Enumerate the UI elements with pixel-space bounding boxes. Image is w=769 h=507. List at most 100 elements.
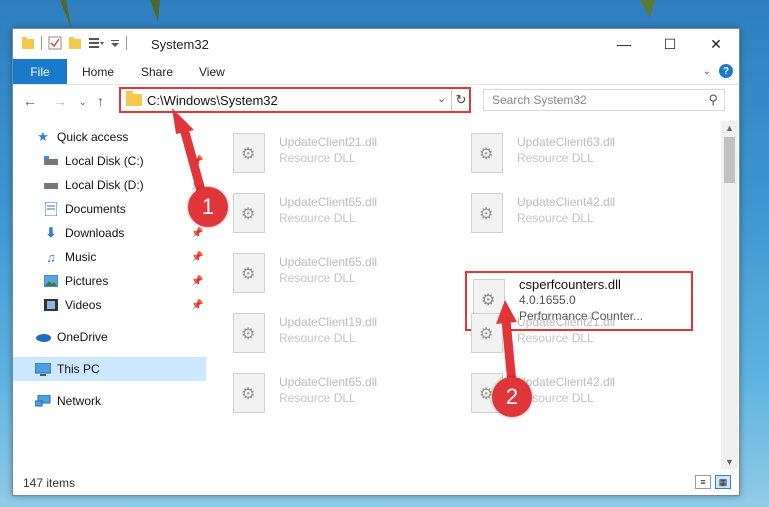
file-type: Resource DLL (517, 151, 594, 165)
view-toggle: ≡ ▦ (695, 475, 731, 489)
scroll-thumb[interactable] (724, 137, 735, 183)
sidebar-item-downloads[interactable]: ⬇ Downloads 📌 (13, 221, 206, 245)
videos-icon (43, 298, 59, 312)
scroll-up-icon[interactable]: ▲ (725, 123, 734, 133)
dll-file-icon: ⚙ (471, 313, 503, 353)
ribbon-right-controls: ⌄ ? (703, 64, 733, 78)
navigation-pane: ★ Quick access Local Disk (C:) 📌 Local D… (13, 121, 206, 469)
file-item[interactable]: ⚙ UpdateClient21.dll Resource DLL (471, 309, 691, 367)
item-count: 147 items (23, 476, 76, 490)
vertical-scrollbar[interactable]: ▲ ▼ (721, 121, 738, 469)
file-item[interactable]: ⚙ UpdateClient63.dll Resource DLL (471, 129, 691, 187)
file-name: UpdateClient21.dll (517, 315, 616, 329)
sidebar-item-label: Pictures (65, 274, 109, 288)
sidebar-item-label: Documents (65, 202, 126, 216)
tab-file[interactable]: File (13, 59, 67, 84)
toolbar-divider (126, 36, 127, 50)
dll-file-icon: ⚙ (233, 253, 265, 293)
download-icon: ⬇ (45, 225, 57, 240)
search-icon[interactable]: ⚲ (708, 92, 718, 108)
address-path[interactable]: C:\Windows\System32 (147, 93, 278, 108)
file-type: Resource DLL (279, 331, 356, 345)
sidebar-item-quick-access[interactable]: ★ Quick access (13, 125, 206, 149)
expand-ribbon-icon[interactable]: ⌄ (703, 66, 711, 77)
new-folder-icon[interactable] (68, 36, 82, 50)
forward-arrow-icon[interactable]: → (53, 93, 67, 109)
sidebar-item-label: Network (57, 394, 102, 408)
sidebar-item-label: Local Disk (D:) (65, 178, 144, 192)
scroll-down-icon[interactable]: ▼ (725, 457, 734, 467)
sidebar-item-local-disk-c[interactable]: Local Disk (C:) 📌 (13, 149, 206, 173)
pin-icon[interactable]: 📌 (191, 156, 203, 167)
file-item[interactable]: ⚙ UpdateClient42.dll Resource DLL (471, 189, 691, 247)
file-item[interactable]: ⚙ UpdateClient65.dll Resource DLL (233, 189, 453, 247)
file-name: csperfcounters.dll (519, 277, 621, 292)
file-type: Resource DLL (517, 211, 594, 225)
quick-access-toolbar (21, 36, 127, 50)
annotation-badge-1: 1 (188, 187, 228, 227)
properties-icon[interactable] (48, 36, 62, 50)
recent-locations-icon[interactable]: ⌄ (79, 97, 87, 108)
pin-icon[interactable]: 📌 (191, 276, 203, 287)
file-name: UpdateClient65.dll (279, 255, 378, 269)
sidebar-item-network[interactable]: Network (13, 389, 206, 413)
file-item[interactable]: ⚙ UpdateClient21.dll Resource DLL (233, 129, 453, 187)
tab-home[interactable]: Home (82, 59, 114, 84)
file-version: 4.0.1655.0 (519, 293, 576, 307)
close-button[interactable]: ✕ (693, 29, 739, 59)
sidebar-item-music[interactable]: ♫ Music 📌 (13, 245, 206, 269)
search-placeholder: Search System32 (492, 93, 587, 107)
sidebar-item-label: Quick access (57, 130, 129, 144)
sidebar-item-videos[interactable]: Videos 📌 (13, 293, 206, 317)
sidebar-item-this-pc[interactable]: This PC (13, 357, 206, 381)
sidebar-item-documents[interactable]: Documents 📌 (13, 197, 206, 221)
dll-file-icon: ⚙ (471, 133, 503, 173)
refresh-icon[interactable]: ↻ (451, 89, 470, 111)
file-item[interactable]: ⚙ UpdateClient65.dll Resource DLL (233, 249, 453, 307)
sidebar-item-label: Downloads (65, 226, 125, 240)
file-name: UpdateClient65.dll (279, 375, 378, 389)
up-arrow-icon[interactable]: ↑ (97, 93, 104, 109)
pin-icon[interactable]: 📌 (191, 300, 203, 311)
documents-icon (43, 202, 59, 216)
minimize-button[interactable]: — (601, 29, 647, 59)
navigation-bar: ← → ⌄ ↑ C:\Windows\System32 ⌄ ↻ Search S… (13, 85, 739, 117)
annotation-badge-2: 2 (492, 377, 532, 417)
pin-icon[interactable]: 📌 (191, 252, 203, 263)
computer-icon (35, 362, 51, 376)
dll-file-icon: ⚙ (233, 193, 265, 233)
tab-view[interactable]: View (199, 59, 225, 84)
maximize-button[interactable]: ☐ (647, 29, 693, 59)
tab-share[interactable]: Share (141, 59, 173, 84)
search-box[interactable]: Search System32 ⚲ (483, 89, 725, 111)
file-name: UpdateClient42.dll (517, 375, 616, 389)
pin-icon[interactable]: 📌 (191, 228, 203, 239)
file-name: UpdateClient21.dll (279, 135, 378, 149)
file-type: Resource DLL (517, 331, 594, 345)
folder-icon[interactable] (21, 36, 35, 50)
music-icon: ♫ (46, 249, 56, 265)
ribbon-tabs: File Home Share View ⌄ ? (13, 59, 739, 85)
sidebar-item-label: OneDrive (57, 330, 108, 344)
file-list: ⚙ UpdateClient21.dll Resource DLL ⚙ Upda… (213, 121, 721, 469)
file-type: Resource DLL (279, 271, 356, 285)
customize-toolbar-icon[interactable] (110, 36, 120, 50)
sidebar-item-pictures[interactable]: Pictures 📌 (13, 269, 206, 293)
back-arrow-icon[interactable]: ← (23, 93, 37, 109)
file-item[interactable]: ⚙ UpdateClient19.dll Resource DLL (233, 309, 453, 367)
address-bar[interactable]: C:\Windows\System32 ⌄ ↻ (119, 87, 471, 113)
sidebar-item-onedrive[interactable]: OneDrive (13, 325, 206, 349)
view-menu-icon[interactable] (88, 36, 104, 50)
cloud-icon (35, 330, 51, 344)
address-dropdown-icon[interactable]: ⌄ (437, 92, 446, 105)
help-icon[interactable]: ? (719, 64, 733, 78)
large-icons-view-icon[interactable]: ▦ (715, 475, 731, 489)
details-view-icon[interactable]: ≡ (695, 475, 711, 489)
dll-file-icon: ⚙ (233, 133, 265, 173)
sidebar-item-local-disk-d[interactable]: Local Disk (D:) 📌 (13, 173, 206, 197)
dll-file-icon: ⚙ (233, 313, 265, 353)
dll-file-icon: ⚙ (471, 193, 503, 233)
file-item[interactable]: ⚙ UpdateClient65.dll Resource DLL (233, 369, 453, 427)
sidebar-item-label: This PC (57, 362, 100, 376)
network-icon (35, 394, 51, 408)
